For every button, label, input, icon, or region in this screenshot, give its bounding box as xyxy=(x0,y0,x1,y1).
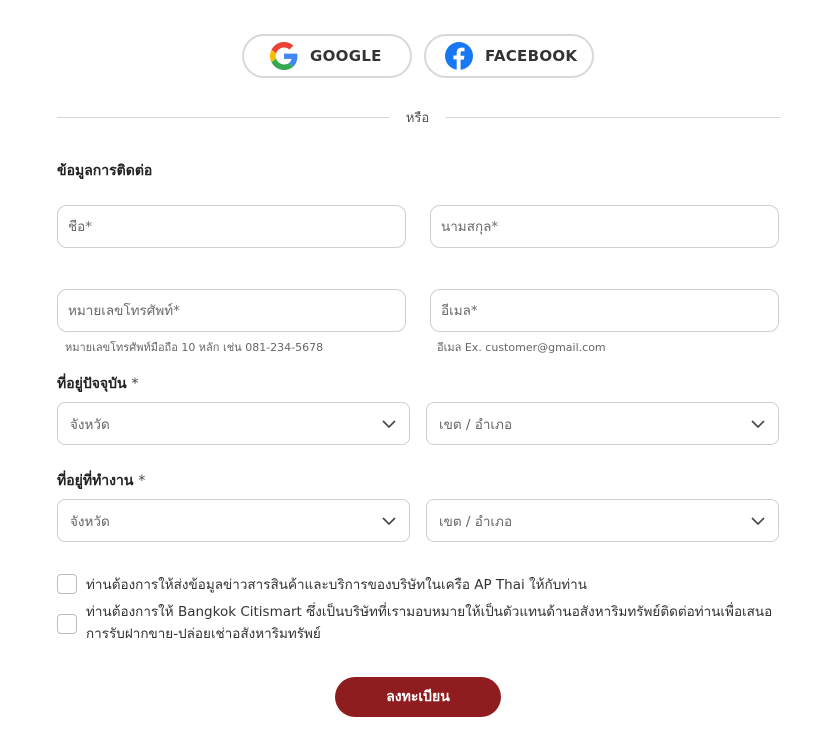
divider-line-right xyxy=(446,117,780,118)
phone-input[interactable] xyxy=(68,302,395,319)
phone-hint: หมายเลขโทรศัพท์มือถือ 10 หลัก เช่น 081-2… xyxy=(65,341,324,354)
consent-row-citismart: ท่านต้องการให้ Bangkok Citismart ซึ่งเป็… xyxy=(57,601,782,645)
work-address-label: ที่อยู่ที่ทำงาน xyxy=(57,473,134,489)
current-district-value: เขต / อำเภอ xyxy=(439,416,513,433)
chevron-down-icon xyxy=(382,511,396,530)
work-district-value: เขต / อำเภอ xyxy=(439,513,513,530)
current-address-title: ที่อยู่ปัจจุบัน * xyxy=(57,373,138,395)
chevron-down-icon xyxy=(751,414,765,433)
register-button[interactable]: ลงทะเบียน xyxy=(335,677,501,717)
required-mark: * xyxy=(131,376,139,392)
facebook-login-label: FACEBOOK xyxy=(485,47,578,65)
consent-citismart-checkbox[interactable] xyxy=(57,614,77,634)
consent-ap-thai-label: ท่านต้องการให้ส่งข้อมูลข่าวสารสินค้าและบ… xyxy=(86,577,587,593)
work-address-title: ที่อยู่ที่ทำงาน * xyxy=(57,470,145,492)
work-province-select[interactable]: จังหวัด xyxy=(57,499,410,542)
chevron-down-icon xyxy=(382,414,396,433)
consent-ap-thai-checkbox[interactable] xyxy=(57,574,77,594)
google-icon xyxy=(270,42,298,70)
work-district-select[interactable]: เขต / อำเภอ xyxy=(426,499,779,542)
contact-section-title: ข้อมูลการติดต่อ xyxy=(57,163,153,179)
consent-citismart-label: ท่านต้องการให้ Bangkok Citismart ซึ่งเป็… xyxy=(86,604,773,642)
facebook-icon xyxy=(445,42,473,70)
first-name-field[interactable] xyxy=(57,205,406,248)
email-input[interactable] xyxy=(441,302,768,319)
current-province-value: จังหวัด xyxy=(70,416,110,433)
google-login-label: GOOGLE xyxy=(310,47,382,65)
email-hint: อีเมล Ex. customer@gmail.com xyxy=(437,341,606,354)
work-province-value: จังหวัด xyxy=(70,513,110,530)
last-name-input[interactable] xyxy=(441,218,768,235)
first-name-input[interactable] xyxy=(68,218,395,235)
chevron-down-icon xyxy=(751,511,765,530)
phone-field[interactable] xyxy=(57,289,406,332)
email-field[interactable] xyxy=(430,289,779,332)
current-province-select[interactable]: จังหวัด xyxy=(57,402,410,445)
required-mark: * xyxy=(138,473,146,489)
divider-text: หรือ xyxy=(405,111,430,126)
divider-line-left xyxy=(57,117,389,118)
consent-row-ap-thai: ท่านต้องการให้ส่งข้อมูลข่าวสารสินค้าและบ… xyxy=(57,574,782,596)
current-district-select[interactable]: เขต / อำเภอ xyxy=(426,402,779,445)
google-login-button[interactable]: GOOGLE xyxy=(242,34,412,78)
facebook-login-button[interactable]: FACEBOOK xyxy=(424,34,594,78)
registration-form: GOOGLE FACEBOOK หรือ ข้อมูลการติดต่อ หมา… xyxy=(0,0,825,743)
last-name-field[interactable] xyxy=(430,205,779,248)
current-address-label: ที่อยู่ปัจจุบัน xyxy=(57,376,127,392)
